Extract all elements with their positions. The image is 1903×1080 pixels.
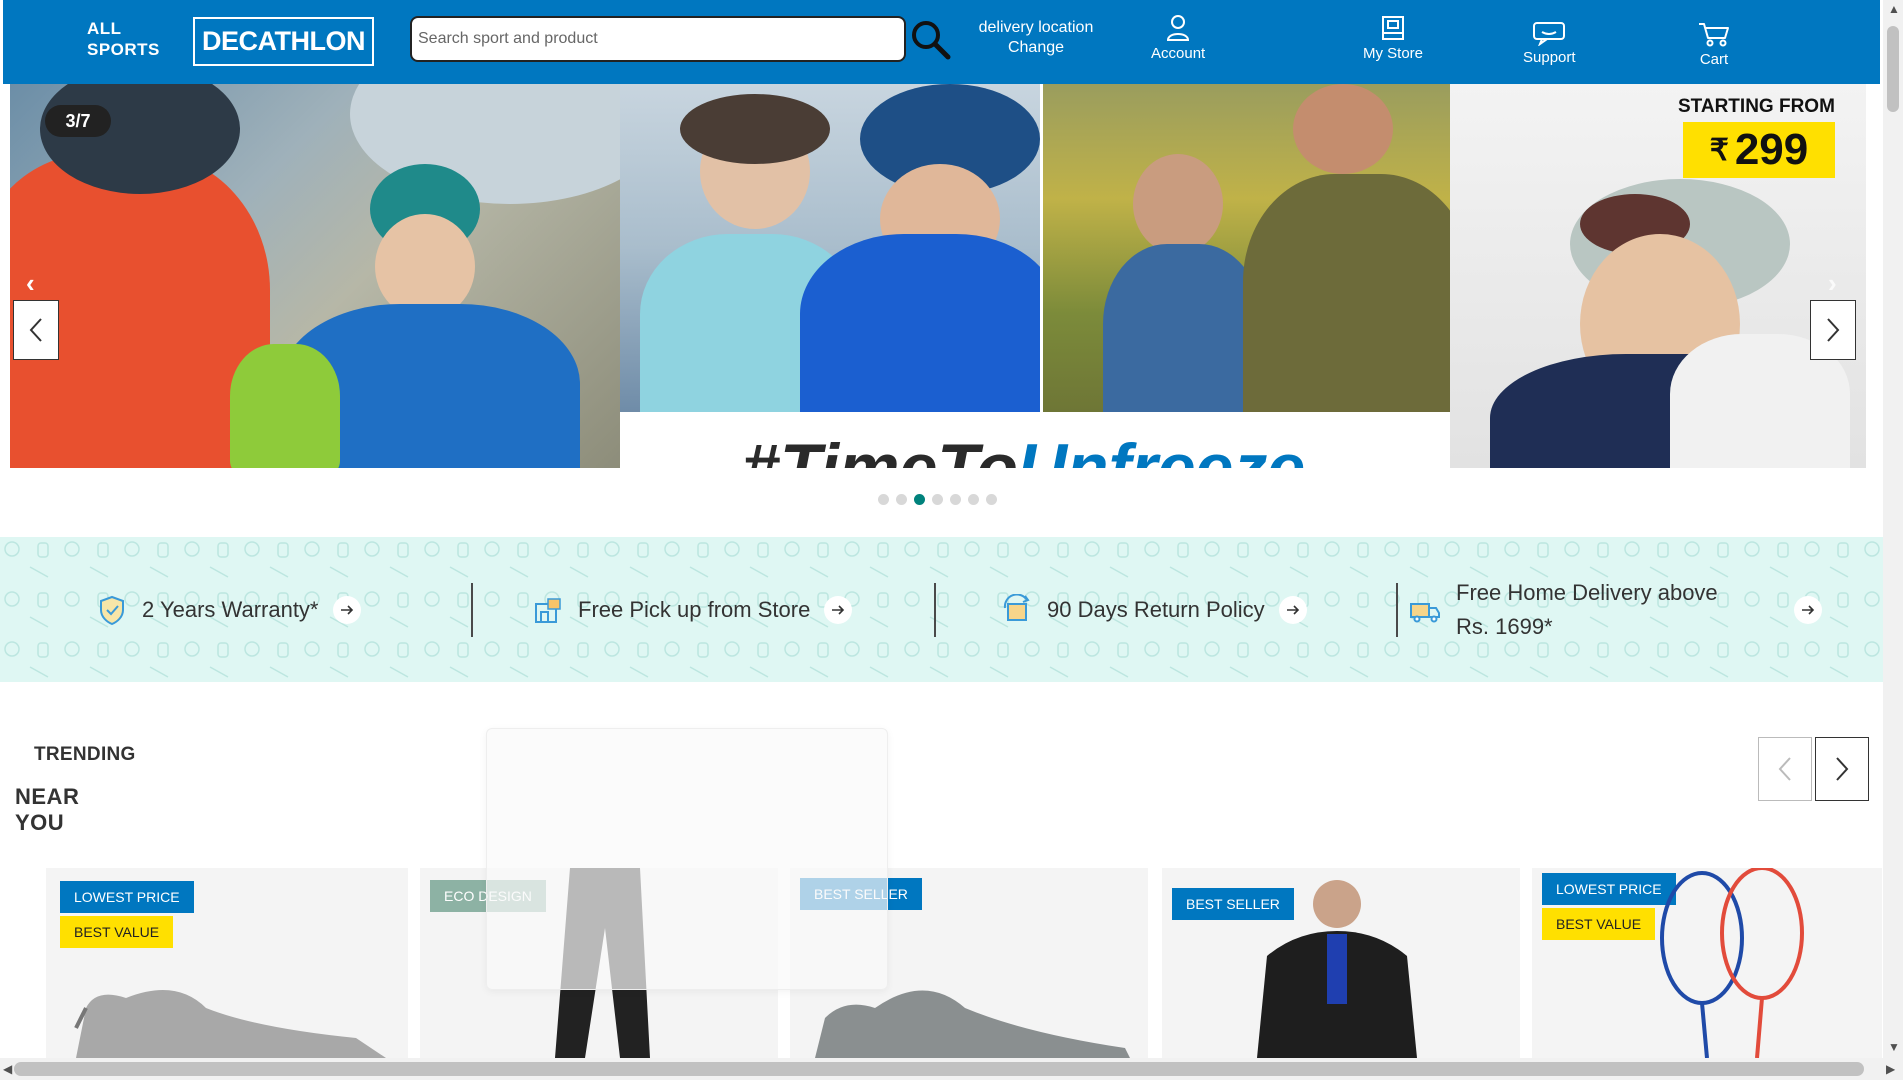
cart-icon <box>1699 23 1729 47</box>
carousel-dot[interactable] <box>896 494 907 505</box>
chevron-left-icon: ‹ <box>26 268 35 298</box>
carousel-dot[interactable] <box>950 494 961 505</box>
delivery-location-label: delivery location <box>978 19 1094 36</box>
benefit-divider <box>1396 583 1398 637</box>
account-label: Account <box>1151 45 1206 62</box>
chevron-left-icon <box>29 318 42 342</box>
search-button[interactable] <box>909 18 953 62</box>
near-you-line1: NEAR <box>15 784 80 809</box>
starting-from-label: STARTING FROM <box>1678 96 1835 117</box>
carousel-prev-button[interactable] <box>13 300 59 360</box>
all-sports-menu[interactable]: ALL SPORTS <box>87 18 160 60</box>
benefit-pickup-text: Free Pick up from Store <box>578 596 811 622</box>
account-button[interactable]: Account <box>1151 14 1205 62</box>
carousel-dot[interactable] <box>932 494 943 505</box>
all-sports-line1: ALL <box>87 19 122 38</box>
trending-title: TRENDING <box>34 744 136 765</box>
benefit-pickup[interactable]: Free Pick up from Store <box>532 537 853 682</box>
horizontal-scrollbar[interactable]: ◀ ▶ <box>0 1058 1903 1080</box>
store-pickup-icon <box>535 597 561 623</box>
badge-lowest-price: LOWEST PRICE <box>60 881 194 913</box>
benefit-divider <box>934 583 936 637</box>
support-button[interactable]: Support <box>1523 20 1576 66</box>
vertical-scroll-thumb[interactable] <box>1887 26 1899 112</box>
badge-best-value: BEST VALUE <box>60 916 174 948</box>
tagline-part2: Unfreeze <box>1017 430 1306 468</box>
support-label: Support <box>1523 49 1576 66</box>
slide-counter: 3/7 <box>45 105 111 137</box>
delivery-truck-icon <box>1410 602 1440 622</box>
carousel-next-button[interactable] <box>1810 300 1856 360</box>
tagline-part1: #TimeTo <box>742 430 1018 468</box>
benefit-delivery-text: Free Home Delivery above Rs. 1699* <box>1456 579 1718 639</box>
hero-image-hikers <box>1043 84 1450 412</box>
product-shoe-image <box>74 990 386 1058</box>
hero-image-jackets <box>620 84 1040 412</box>
hero-tagline: #TimeToUnfreeze <box>742 434 1305 468</box>
product-card[interactable]: LOWEST PRICE BEST VALUE <box>46 868 408 1058</box>
carousel-dot[interactable] <box>968 494 979 505</box>
arrow-right-icon <box>1278 595 1307 624</box>
benefits-bar: 2 Years Warranty* Free Pick up from Stor… <box>0 537 1885 682</box>
product-card[interactable]: BEST SELLER <box>1162 868 1520 1058</box>
chat-support-icon <box>1533 22 1566 46</box>
store-icon <box>1382 16 1404 40</box>
chevron-left-icon <box>1778 757 1791 781</box>
page: ALL SPORTS DECATHLON delivery location C… <box>0 0 1903 1080</box>
cart-button[interactable]: Cart <box>1697 20 1731 68</box>
benefit-returns[interactable]: 90 Days Return Policy <box>1001 537 1307 682</box>
chevron-right-icon <box>1836 757 1849 781</box>
benefit-delivery[interactable]: Free Home Delivery above Rs. 1699* <box>1408 537 1822 682</box>
arrow-right-icon <box>824 595 853 624</box>
product-jacket-image <box>1257 880 1417 1058</box>
carousel-dot-active[interactable] <box>914 494 925 505</box>
scroll-up-arrow-icon[interactable]: ▲ <box>1888 2 1900 16</box>
chevron-right-icon <box>1827 318 1840 342</box>
scroll-right-arrow-icon[interactable]: ▶ <box>1886 1062 1895 1076</box>
decathlon-logo[interactable]: DECATHLON <box>193 17 374 66</box>
delivery-change-link[interactable]: Change <box>971 38 1101 58</box>
near-you-subtitle: NEAR YOU <box>15 784 79 836</box>
price-tag: ₹ 299 <box>1683 122 1835 178</box>
benefit-divider <box>471 583 473 637</box>
all-sports-line2: SPORTS <box>87 40 160 59</box>
cart-label: Cart <box>1699 51 1729 68</box>
search-icon <box>912 21 951 60</box>
arrow-right-icon <box>332 595 361 624</box>
top-header: ALL SPORTS DECATHLON delivery location C… <box>3 0 1880 84</box>
hover-popup-overlay <box>486 728 888 990</box>
hero-image-couple <box>10 84 620 468</box>
carousel-dot[interactable] <box>878 494 889 505</box>
trending-next-button[interactable] <box>1815 737 1869 801</box>
my-store-label: My Store <box>1363 45 1424 62</box>
carousel-dot[interactable] <box>986 494 997 505</box>
vertical-scrollbar[interactable]: ▲ ▼ <box>1883 0 1903 1058</box>
benefit-returns-text: 90 Days Return Policy <box>1047 596 1265 622</box>
return-box-icon <box>1003 593 1030 621</box>
price-value: 299 <box>1734 125 1809 174</box>
horizontal-scroll-thumb[interactable] <box>14 1062 1864 1076</box>
benefit-warranty[interactable]: 2 Years Warranty* <box>96 537 361 682</box>
trending-prev-button[interactable] <box>1758 737 1812 801</box>
my-store-button[interactable]: My Store <box>1363 14 1423 62</box>
delivery-location[interactable]: delivery location Change <box>971 18 1101 58</box>
currency-symbol: ₹ <box>1709 133 1729 167</box>
benefit-warranty-text: 2 Years Warranty* <box>142 596 319 622</box>
near-you-line2: YOU <box>15 810 65 835</box>
hero-carousel[interactable]: #TimeToUnfreeze <box>10 84 1866 468</box>
chevron-right-icon: › <box>1828 268 1837 298</box>
carousel-dots <box>878 494 997 505</box>
search-input[interactable] <box>410 16 906 62</box>
product-card[interactable]: LOWEST PRICE BEST VALUE <box>1532 868 1882 1058</box>
shield-check-icon <box>100 595 124 625</box>
scroll-down-arrow-icon[interactable]: ▼ <box>1888 1040 1900 1054</box>
scroll-left-arrow-icon[interactable]: ◀ <box>3 1062 12 1076</box>
arrow-right-icon <box>1794 595 1822 624</box>
product-racket-image <box>1660 868 1804 1058</box>
user-icon <box>1167 15 1190 41</box>
